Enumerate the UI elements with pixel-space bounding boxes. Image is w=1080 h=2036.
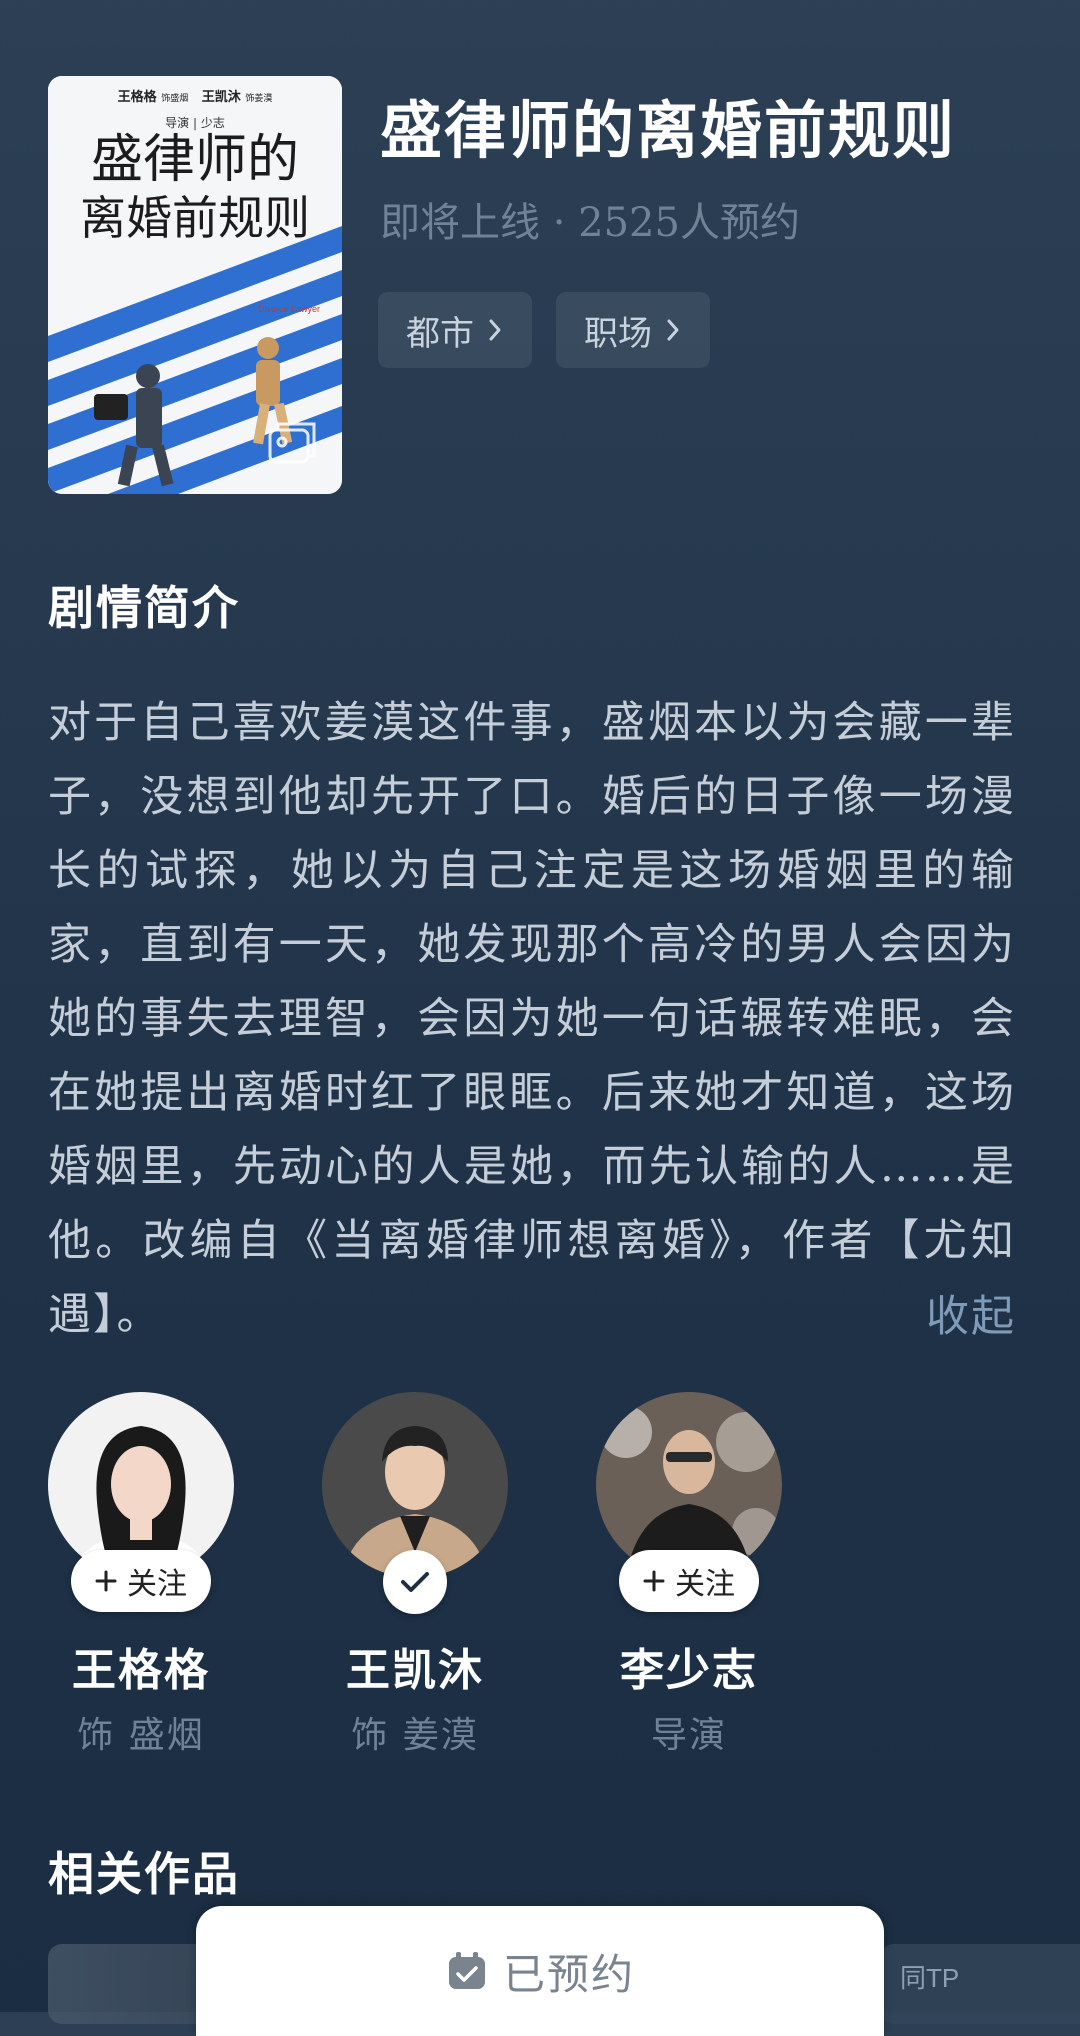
- cast-name: 王格格: [72, 1645, 210, 1696]
- followed-indicator[interactable]: [383, 1550, 447, 1614]
- poster-cast-2: 王凯沐: [201, 90, 241, 105]
- poster-director: 导演 | 少志: [165, 116, 225, 130]
- poster-cast-line: 王格格 饰盛烟 王凯沐 饰姜漠: [48, 86, 342, 105]
- related-thumb-label: 同TP: [900, 1963, 960, 1993]
- chevron-right-icon: [667, 319, 679, 341]
- poster-title-2: 离婚前规则: [80, 191, 310, 245]
- cast-card[interactable]: 关注 王格格 饰 盛烟: [48, 1392, 234, 1758]
- follow-label: 关注: [127, 1567, 187, 1602]
- cast-list: 关注 王格格 饰 盛烟 王凯沐 饰 姜漠 关注 李少志 导演: [48, 1392, 782, 1758]
- collapse-button[interactable]: 收起: [926, 1282, 1016, 1344]
- follow-label: 关注: [675, 1567, 735, 1602]
- poster-cast-2-role: 饰姜漠: [245, 94, 273, 104]
- poster-cast-1: 王格格: [117, 90, 157, 105]
- show-title: 盛律师的离婚前规则: [380, 94, 957, 167]
- cast-name: 李少志: [620, 1645, 758, 1696]
- synopsis-text: 对于自己喜欢姜漠这件事，盛烟本以为会藏一辈子，没想到他却先开了口。婚后的日子像一…: [48, 698, 1016, 1340]
- related-heading: 相关作品: [48, 1847, 240, 1901]
- cast-role: 饰 盛烟: [77, 1715, 205, 1756]
- show-poster[interactable]: 王格格 饰盛烟 王凯沐 饰姜漠 导演 | 少志 盛律师的 离婚前规则 Divor…: [48, 76, 342, 494]
- cast-card[interactable]: 王凯沐 饰 姜漠: [322, 1392, 508, 1758]
- reserved-label: 已预约: [502, 1949, 635, 1999]
- tag-label: 都市: [406, 313, 474, 354]
- chevron-right-icon: [489, 319, 501, 341]
- plus-icon: [95, 1570, 117, 1592]
- poster-cast-1-role: 饰盛烟: [161, 94, 189, 104]
- calendar-check-icon: [448, 1952, 485, 1989]
- checkmark-icon: [401, 1572, 429, 1592]
- cast-card[interactable]: 关注 李少志 导演: [596, 1392, 782, 1758]
- plus-icon: [643, 1570, 665, 1592]
- genre-tags: 都市 职场: [378, 292, 710, 368]
- synopsis-heading: 剧情简介: [48, 581, 240, 635]
- follow-button[interactable]: 关注: [619, 1550, 759, 1612]
- cast-name: 王凯沐: [346, 1645, 484, 1696]
- poster-title-1: 盛律师的: [90, 130, 299, 190]
- show-subtitle: 即将上线 · 2525人预约: [380, 200, 800, 246]
- reserved-button[interactable]: 已预约: [196, 1906, 884, 2036]
- cast-role: 导演: [650, 1715, 727, 1756]
- tag-label: 职场: [584, 313, 652, 354]
- tag-urban[interactable]: 都市: [378, 292, 532, 368]
- tag-workplace[interactable]: 职场: [556, 292, 710, 368]
- poster-english-title: Divorce Lawyer: [258, 304, 321, 314]
- cast-role: 饰 姜漠: [351, 1715, 479, 1756]
- follow-button[interactable]: 关注: [71, 1550, 211, 1612]
